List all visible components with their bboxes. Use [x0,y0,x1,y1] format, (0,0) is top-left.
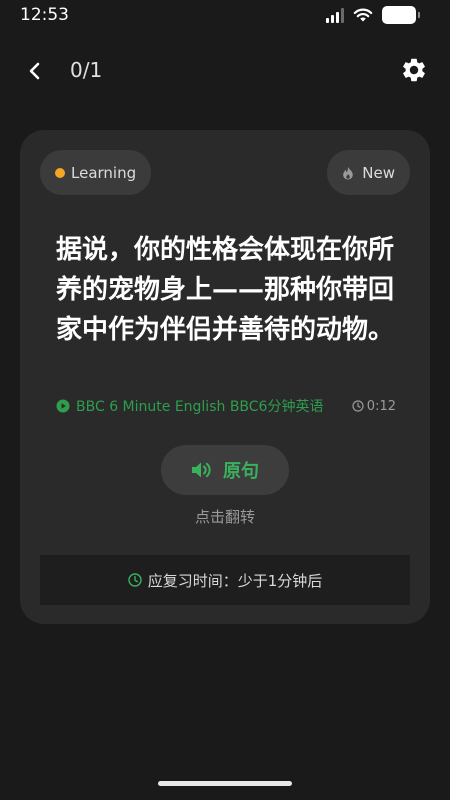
header: 0/1 [0,48,450,92]
learning-badge: Learning [40,150,152,195]
learning-badge-label: Learning [71,163,137,182]
back-arrow-icon [29,62,40,80]
wifi-icon [353,8,373,22]
battery-icon [382,6,420,24]
status-time: 12:53 [20,5,69,25]
source-row[interactable]: BBC 6 Minute English BBC6分钟英语 0:12 [56,396,396,416]
play-original-button[interactable]: 原句 [161,445,289,495]
sentence-text: 据说，你的性格会体现在你所养的宠物身上——那种你带回家中作为伴侣并善待的动物。 [55,235,394,345]
home-indicator [158,781,292,786]
flashcard[interactable]: Learning New 据说，你的性格会体现在你所养的宠物身上——那种你带回家… [20,130,430,624]
clock-icon [128,573,142,587]
duration-value: 0:12 [366,398,396,414]
flashcard-screen: 12:53 0/1 Learning New 据说，你的性格会体现在你所养的宠物… [0,0,450,800]
flip-hint: 点击翻转 [194,508,255,526]
clock-icon [352,400,364,412]
review-time-text: 应复习时间：少于1分钟后 [147,571,323,590]
new-badge-label: New [362,163,395,182]
new-badge: New [327,150,410,195]
speaker-icon [192,462,211,478]
review-time-bar: 应复习时间：少于1分钟后 [40,555,410,605]
gear-icon [403,58,425,82]
learning-dot-icon [55,167,65,178]
play-original-label: 原句 [223,461,259,482]
status-icons [326,6,420,24]
duration: 0:12 [352,399,396,414]
flame-icon [342,166,354,180]
settings-button[interactable] [400,56,428,84]
cellular-signal-icon [326,7,344,23]
status-bar: 12:53 [0,0,450,34]
play-circle-icon [56,399,70,413]
source-title: BBC 6 Minute English BBC6分钟英语 [76,399,324,415]
progress-counter: 0/1 [70,58,103,82]
back-button[interactable] [20,56,50,86]
